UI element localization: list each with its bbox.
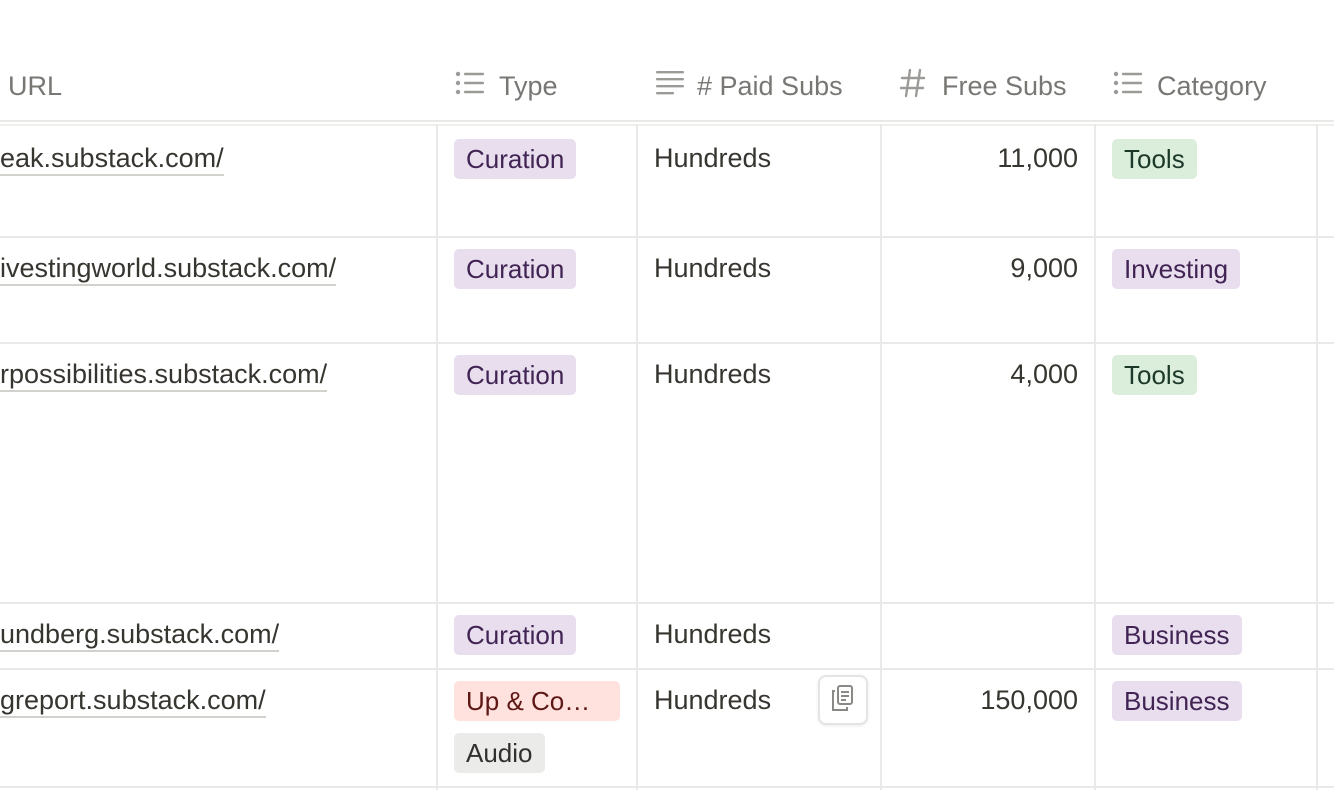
category-tag[interactable]: Tools: [1112, 139, 1197, 179]
type-tag[interactable]: Curation: [454, 615, 577, 655]
paid-subs-value: Hundreds: [654, 143, 772, 173]
url-link[interactable]: ivestingworld.substack.com/: [0, 253, 337, 286]
table-row[interactable]: rpossibilities.substack.com/ Curation Hu…: [0, 342, 1334, 604]
type-tag[interactable]: Curation: [454, 355, 577, 395]
category-tag[interactable]: Business: [1112, 681, 1242, 721]
column-header-label: Free Subs: [942, 70, 1067, 101]
column-header-category[interactable]: Category: [1113, 60, 1267, 112]
url-link[interactable]: rpossibilities.substack.com/: [0, 359, 328, 392]
paid-subs-value: Hundreds: [654, 619, 772, 649]
column-header-label: Category: [1157, 70, 1267, 101]
column-header-label: # Paid Subs: [697, 70, 843, 101]
url-link[interactable]: eak.substack.com/: [0, 143, 224, 176]
free-subs-value: 150,000: [980, 685, 1078, 715]
text-lines-icon: [655, 70, 685, 103]
list-icon: [1113, 71, 1143, 102]
column-header-paid-subs[interactable]: # Paid Subs: [655, 60, 843, 112]
category-tag[interactable]: Business: [1112, 615, 1242, 655]
list-icon: [455, 71, 485, 102]
paid-subs-value: Hundreds: [654, 253, 772, 283]
column-header-url[interactable]: URL: [8, 60, 62, 112]
url-link[interactable]: greport.substack.com/: [0, 685, 266, 718]
type-tag[interactable]: Curation: [454, 139, 577, 179]
column-header-label: Type: [499, 70, 558, 101]
free-subs-value: 9,000: [1010, 253, 1078, 283]
type-tag[interactable]: Up & Co…: [454, 681, 620, 721]
url-link[interactable]: undberg.substack.com/: [0, 619, 280, 652]
category-tag[interactable]: Tools: [1112, 355, 1197, 395]
column-header-free-subs[interactable]: Free Subs: [899, 60, 1067, 112]
type-tag[interactable]: Audio: [454, 733, 545, 773]
free-subs-value: 4,000: [1010, 359, 1078, 389]
copy-icon: [830, 684, 856, 717]
paid-subs-value: Hundreds: [654, 685, 772, 715]
category-tag[interactable]: Investing: [1112, 249, 1241, 289]
table-row[interactable]: greport.substack.com/ Up & Co… Audio Hun…: [0, 668, 1334, 788]
type-tag[interactable]: Curation: [454, 249, 577, 289]
column-header-type[interactable]: Type: [455, 60, 558, 112]
column-header-label: URL: [8, 70, 63, 101]
table-header: URL Type # Paid Subs Free Subs Category: [0, 0, 1334, 122]
free-subs-value: 11,000: [997, 143, 1078, 173]
number-icon: [899, 68, 926, 105]
table-row[interactable]: eak.substack.com/ Curation Hundreds 11,0…: [0, 126, 1334, 238]
table-row[interactable]: undberg.substack.com/ Curation Hundreds …: [0, 602, 1334, 670]
database-table: URL Type # Paid Subs Free Subs Category: [0, 0, 1334, 790]
paid-subs-value: Hundreds: [654, 359, 772, 389]
copy-button[interactable]: [818, 675, 868, 725]
table-row[interactable]: ivestingworld.substack.com/ Curation Hun…: [0, 236, 1334, 344]
